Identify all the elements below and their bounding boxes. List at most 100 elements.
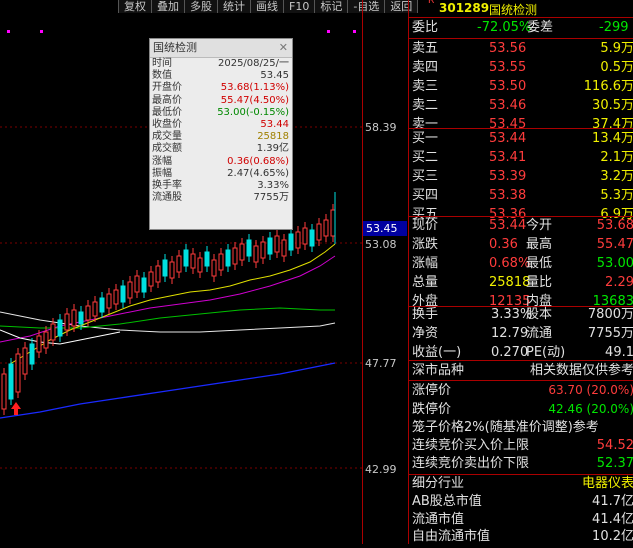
stat-label: 换手 [412, 307, 439, 322]
stock-name: 国统检测 [489, 3, 538, 17]
ma-green [0, 307, 335, 329]
quote-label: 最低 [526, 256, 553, 271]
quote-value: 53.00 [596, 256, 633, 271]
toolbar-button-1[interactable]: 叠加 [151, 0, 185, 13]
candle-body [141, 277, 147, 293]
tooltip-key: 换手率 [152, 179, 182, 191]
toolbar-button-0[interactable]: 复权 [118, 0, 152, 13]
tooltip-row: 时间 2025/08/25/一 [150, 58, 292, 70]
tooltip-key: 成交量 [152, 131, 182, 143]
auction-sell-row: 连续竞价卖出价下限 52.37 [409, 454, 633, 473]
limit-down-row: 跌停价 42.46 (20.0%) [409, 400, 633, 419]
marker-dot [327, 30, 330, 33]
ask-volume: 5.9万 [600, 41, 633, 56]
weicha-label: 委差 [527, 20, 554, 35]
tooltip-value: 7755万 [253, 192, 289, 204]
candle-body [225, 249, 231, 267]
stat-value: 12.79 [491, 326, 529, 341]
toolbar-button-2[interactable]: 多股 [184, 0, 218, 13]
close-icon[interactable]: ✕ [279, 39, 288, 57]
stat-row: 换手 3.33% 股本 7800万 [409, 305, 633, 324]
tooltip-row: 收盘价 53.44 [150, 119, 292, 131]
candle-body [43, 331, 49, 349]
market-note: 相关数据仅供参考 [529, 363, 633, 378]
ask-volume: 30.5万 [592, 98, 633, 113]
candle-body [239, 243, 245, 261]
quote-label: 量比 [526, 275, 553, 290]
candle-body [148, 271, 154, 287]
tooltip-value: 53.00(-0.15%) [217, 106, 289, 118]
toolbar-button-3[interactable]: 统计 [217, 0, 251, 13]
candle-body [106, 293, 112, 309]
candle-body [85, 305, 91, 321]
tooltip-row: 振幅 2.47(4.65%) [150, 168, 292, 180]
toolbar-button-4[interactable]: 画线 [250, 0, 284, 13]
bid-label: 买二 [412, 150, 439, 165]
bid-price: 53.44 [489, 131, 527, 146]
candle-body [288, 233, 294, 251]
ask-row: 卖二 53.46 30.5万 [409, 96, 633, 115]
candle-body [78, 311, 84, 325]
ask-price: 53.55 [489, 60, 527, 75]
toolbar-button-5[interactable]: F10 [283, 0, 316, 13]
candle-body [15, 353, 21, 393]
ab-cap-value: 41.7亿 [592, 494, 633, 509]
price-axis-label: 42.99 [365, 463, 397, 476]
tooltip-key: 时间 [152, 58, 172, 69]
weibi-row: 委比 -72.05% 委差 -299 [409, 18, 633, 37]
tooltip-row: 成交额 1.39亿 [150, 143, 292, 155]
tooltip-title: 国统检测 ✕ [150, 39, 292, 58]
candle-body [204, 251, 210, 267]
candle-body [274, 235, 280, 253]
free-cap-value: 10.2亿 [592, 529, 633, 544]
ask-label: 卖二 [412, 98, 439, 113]
candle-body [190, 253, 196, 269]
candle-tooltip: 国统检测 ✕ 时间 2025/08/25/一 数值 53.45 开盘价 53.68(1.1… [149, 38, 293, 230]
bid-price: 53.39 [489, 169, 527, 184]
free-cap-row: 自由流通市值 10.2亿 [409, 527, 633, 546]
candle-body [134, 275, 140, 293]
candle-body [50, 323, 56, 341]
tooltip-key: 收盘价 [152, 118, 182, 130]
market-label: 深市品种 [412, 363, 465, 378]
ask-row: 卖五 53.56 5.9万 [409, 39, 633, 58]
tooltip-value: 2025/08/25/一 [217, 58, 289, 69]
candle-body [330, 209, 336, 237]
tooltip-key: 数值 [152, 70, 172, 82]
ma-blue [0, 362, 336, 419]
limit-down-value: 42.46 (20.0%) [548, 402, 633, 416]
quote-value: 0.36 [489, 237, 518, 252]
market-row: 深市品种 相关数据仅供参考 [409, 361, 633, 380]
tooltip-row: 成交量 25818 [150, 131, 292, 143]
tooltip-key: 涨幅 [152, 155, 172, 167]
marker-dot [7, 30, 10, 33]
ab-cap-row: AB股总市值 41.7亿 [409, 492, 633, 511]
candle-body [197, 257, 203, 273]
toolbar-button-6[interactable]: 标记 [314, 0, 349, 13]
tooltip-row: 最高价 55.47(4.50%) [150, 95, 292, 107]
ask-label: 卖五 [412, 41, 439, 56]
candle-body [36, 335, 42, 353]
candle-body [1, 373, 7, 410]
ask-row: 卖三 53.50 116.6万 [409, 77, 633, 96]
bid-volume: 5.3万 [600, 188, 633, 203]
ask-price: 53.50 [489, 79, 527, 94]
candle-body [8, 363, 14, 400]
quote-label: 涨跌 [412, 237, 439, 252]
tooltip-key: 开盘价 [152, 82, 182, 94]
bid-price: 53.38 [489, 188, 527, 203]
auction-buy-row: 连续竞价买入价上限 54.52 [409, 436, 633, 455]
auction-sell-label: 连续竞价卖出价下限 [412, 456, 530, 471]
limit-down-label: 跌停价 [412, 402, 452, 417]
tooltip-row: 涨幅 0.36(0.68%) [150, 156, 292, 168]
quote-row: 涨幅 0.68% 最低 53.00 [409, 254, 633, 273]
tooltip-key: 成交额 [152, 143, 182, 155]
tooltip-value: 2.47(4.65%) [227, 167, 289, 179]
bid-volume: 13.4万 [592, 131, 633, 146]
stat-label: 流通 [526, 326, 553, 341]
bid-volume: 3.2万 [600, 169, 633, 184]
tooltip-row: 流通股 7755万 [150, 192, 292, 204]
tooltip-row: 最低价 53.00(-0.15%) [150, 107, 292, 119]
candle-body [120, 285, 126, 303]
candle-body [29, 343, 35, 365]
